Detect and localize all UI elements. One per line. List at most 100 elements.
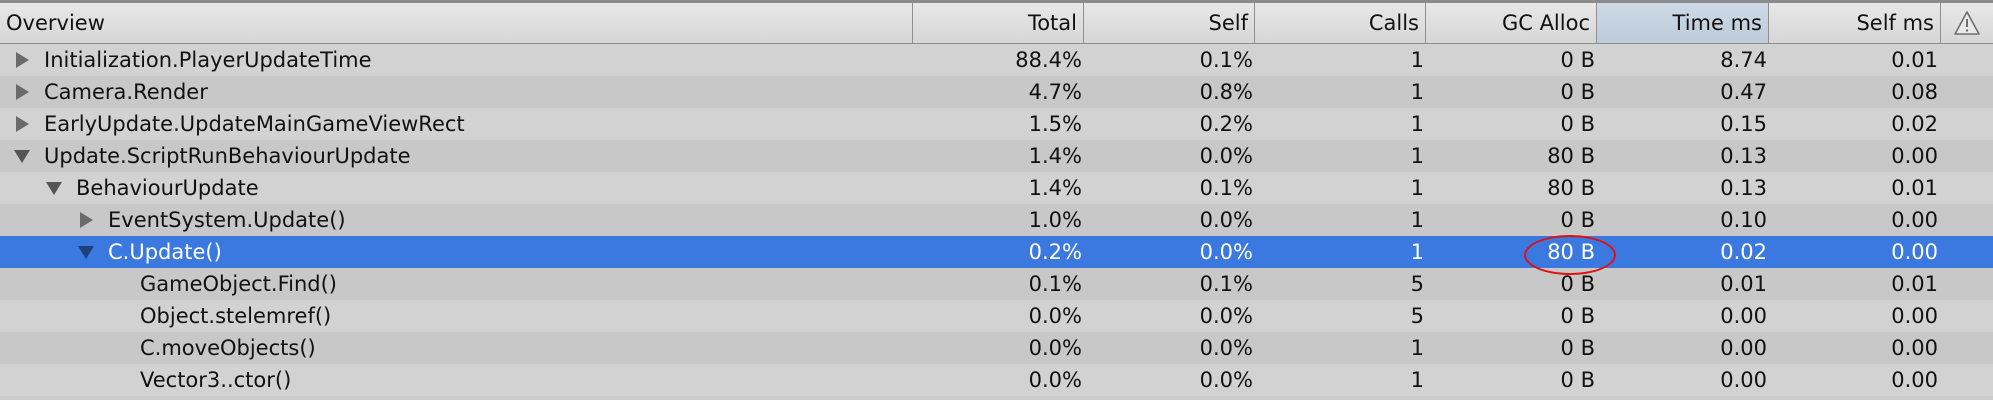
column-header-total[interactable]: Total — [913, 3, 1084, 43]
calls-value: 1 — [1410, 144, 1424, 168]
sample-name: Vector3..ctor() — [140, 368, 292, 392]
self-value: 0.0% — [1199, 144, 1253, 168]
column-header-calls[interactable]: Calls — [1255, 3, 1426, 43]
table-row[interactable]: Object.stelemref() 0.0% 0.0% 5 0 B 0.00 0.00 — [0, 300, 1993, 332]
total-value: 0.0% — [1028, 336, 1082, 360]
table-row[interactable]: C.Update() 0.2% 0.0% 1 80 B 0.02 0.00 — [0, 236, 1993, 268]
self-ms-value: 0.02 — [1891, 112, 1938, 136]
row-name-cell: BehaviourUpdate — [0, 172, 912, 204]
sample-name: Object.stelemref() — [140, 304, 332, 328]
expand-arrow-down-icon[interactable] — [44, 172, 64, 204]
self-value: 0.1% — [1199, 272, 1253, 296]
self-value: 0.0% — [1199, 240, 1253, 264]
expand-arrow-right-icon[interactable] — [12, 44, 32, 76]
sample-name: EarlyUpdate.UpdateMainGameViewRect — [44, 112, 465, 136]
row-name-cell: EventSystem.Update() — [0, 204, 912, 236]
gc-alloc-value: 0 B — [1560, 112, 1595, 136]
row-name-cell: C.moveObjects() — [0, 332, 912, 364]
profiler-hierarchy-view: Overview Total Self Calls GC Alloc Time … — [0, 0, 1993, 400]
expand-arrow-right-icon[interactable] — [76, 204, 96, 236]
gc-alloc-value: 80 B — [1547, 176, 1595, 200]
time-ms-value: 0.01 — [1720, 272, 1767, 296]
calls-value: 5 — [1410, 304, 1424, 328]
row-name-cell: Object.stelemref() — [0, 300, 912, 332]
self-ms-value: 0.00 — [1891, 144, 1938, 168]
table-row[interactable]: GameObject.Find() 0.1% 0.1% 5 0 B 0.01 0.01 — [0, 268, 1993, 300]
total-value: 1.5% — [1028, 112, 1082, 136]
expand-arrow-right-icon[interactable] — [12, 76, 32, 108]
gc-alloc-value: 80 B — [1547, 240, 1595, 264]
column-header-warnings[interactable] — [1941, 3, 1993, 43]
sample-name: Camera.Render — [44, 80, 208, 104]
gc-alloc-value: 0 B — [1560, 304, 1595, 328]
table-row[interactable]: EarlyUpdate.UpdateMainGameViewRect 1.5% 0.… — [0, 108, 1993, 140]
self-ms-value: 0.01 — [1891, 48, 1938, 72]
expand-arrow-down-icon[interactable] — [76, 236, 96, 268]
row-name-cell: EarlyUpdate.UpdateMainGameViewRect — [0, 108, 912, 140]
table-row[interactable]: Update.ScriptRunBehaviourUpdate 1.4% 0.0% 1… — [0, 140, 1993, 172]
calls-value: 1 — [1410, 208, 1424, 232]
total-value: 0.0% — [1028, 304, 1082, 328]
calls-value: 5 — [1410, 272, 1424, 296]
sample-name: C.moveObjects() — [140, 336, 316, 360]
self-ms-value: 0.01 — [1891, 176, 1938, 200]
calls-value: 1 — [1410, 112, 1424, 136]
row-name-cell: C.Update() — [0, 236, 912, 268]
time-ms-value: 0.10 — [1720, 208, 1767, 232]
column-header-overview[interactable]: Overview — [0, 3, 913, 43]
total-value: 4.7% — [1028, 80, 1082, 104]
self-value: 0.0% — [1199, 304, 1253, 328]
gc-alloc-value: 0 B — [1560, 336, 1595, 360]
table-row[interactable]: Camera.Render 4.7% 0.8% 1 0 B 0.47 0.08 — [0, 76, 1993, 108]
row-name-cell: Vector3..ctor() — [0, 364, 912, 396]
table-row[interactable]: EventSystem.Update() 1.0% 0.0% 1 0 B 0.10 0.00 — [0, 204, 1993, 236]
row-name-cell: Camera.Render — [0, 76, 912, 108]
calls-value: 1 — [1410, 176, 1424, 200]
time-ms-value: 0.13 — [1720, 144, 1767, 168]
sample-name: GameObject.Find() — [140, 272, 337, 296]
expand-arrow-right-icon[interactable] — [12, 108, 32, 140]
table-row[interactable]: Initialization.PlayerUpdateTime 88.4% 0.1%… — [0, 44, 1993, 76]
time-ms-value: 0.00 — [1720, 304, 1767, 328]
total-value: 0.0% — [1028, 368, 1082, 392]
gc-alloc-value: 0 B — [1560, 80, 1595, 104]
row-name-cell: Initialization.PlayerUpdateTime — [0, 44, 912, 76]
self-ms-value: 0.00 — [1891, 240, 1938, 264]
column-header-self-ms[interactable]: Self ms — [1769, 3, 1941, 43]
total-value: 0.2% — [1028, 240, 1082, 264]
table-row[interactable]: Vector3..ctor() 0.0% 0.0% 1 0 B 0.00 0.00 — [0, 364, 1993, 396]
total-value: 1.0% — [1028, 208, 1082, 232]
column-header-self[interactable]: Self — [1084, 3, 1255, 43]
self-value: 0.8% — [1199, 80, 1253, 104]
time-ms-value: 0.00 — [1720, 368, 1767, 392]
sample-name: EventSystem.Update() — [108, 208, 346, 232]
expand-arrow-down-icon[interactable] — [12, 140, 32, 172]
row-name-cell: GameObject.Find() — [0, 268, 912, 300]
self-ms-value: 0.00 — [1891, 208, 1938, 232]
self-value: 0.1% — [1199, 48, 1253, 72]
gc-alloc-value: 80 B — [1547, 144, 1595, 168]
gc-alloc-value: 0 B — [1560, 48, 1595, 72]
self-value: 0.0% — [1199, 208, 1253, 232]
sample-name: Initialization.PlayerUpdateTime — [44, 48, 372, 72]
calls-value: 1 — [1410, 48, 1424, 72]
column-header-gc-alloc[interactable]: GC Alloc — [1426, 3, 1597, 43]
self-ms-value: 0.00 — [1891, 304, 1938, 328]
self-value: 0.0% — [1199, 368, 1253, 392]
hierarchy-rows: Initialization.PlayerUpdateTime 88.4% 0.1%… — [0, 44, 1993, 396]
time-ms-value: 8.74 — [1720, 48, 1767, 72]
calls-value: 1 — [1410, 80, 1424, 104]
column-header-time-ms[interactable]: Time ms — [1597, 3, 1769, 43]
warning-triangle-icon — [1954, 11, 1980, 35]
table-row[interactable]: C.moveObjects() 0.0% 0.0% 1 0 B 0.00 0.00 — [0, 332, 1993, 364]
time-ms-value: 0.00 — [1720, 336, 1767, 360]
time-ms-value: 0.02 — [1720, 240, 1767, 264]
table-row[interactable]: BehaviourUpdate 1.4% 0.1% 1 80 B 0.13 0.01 — [0, 172, 1993, 204]
gc-alloc-value: 0 B — [1560, 272, 1595, 296]
calls-value: 1 — [1410, 336, 1424, 360]
total-value: 1.4% — [1028, 176, 1082, 200]
sample-name: C.Update() — [108, 240, 222, 264]
time-ms-value: 0.15 — [1720, 112, 1767, 136]
calls-value: 1 — [1410, 240, 1424, 264]
total-value: 1.4% — [1028, 144, 1082, 168]
